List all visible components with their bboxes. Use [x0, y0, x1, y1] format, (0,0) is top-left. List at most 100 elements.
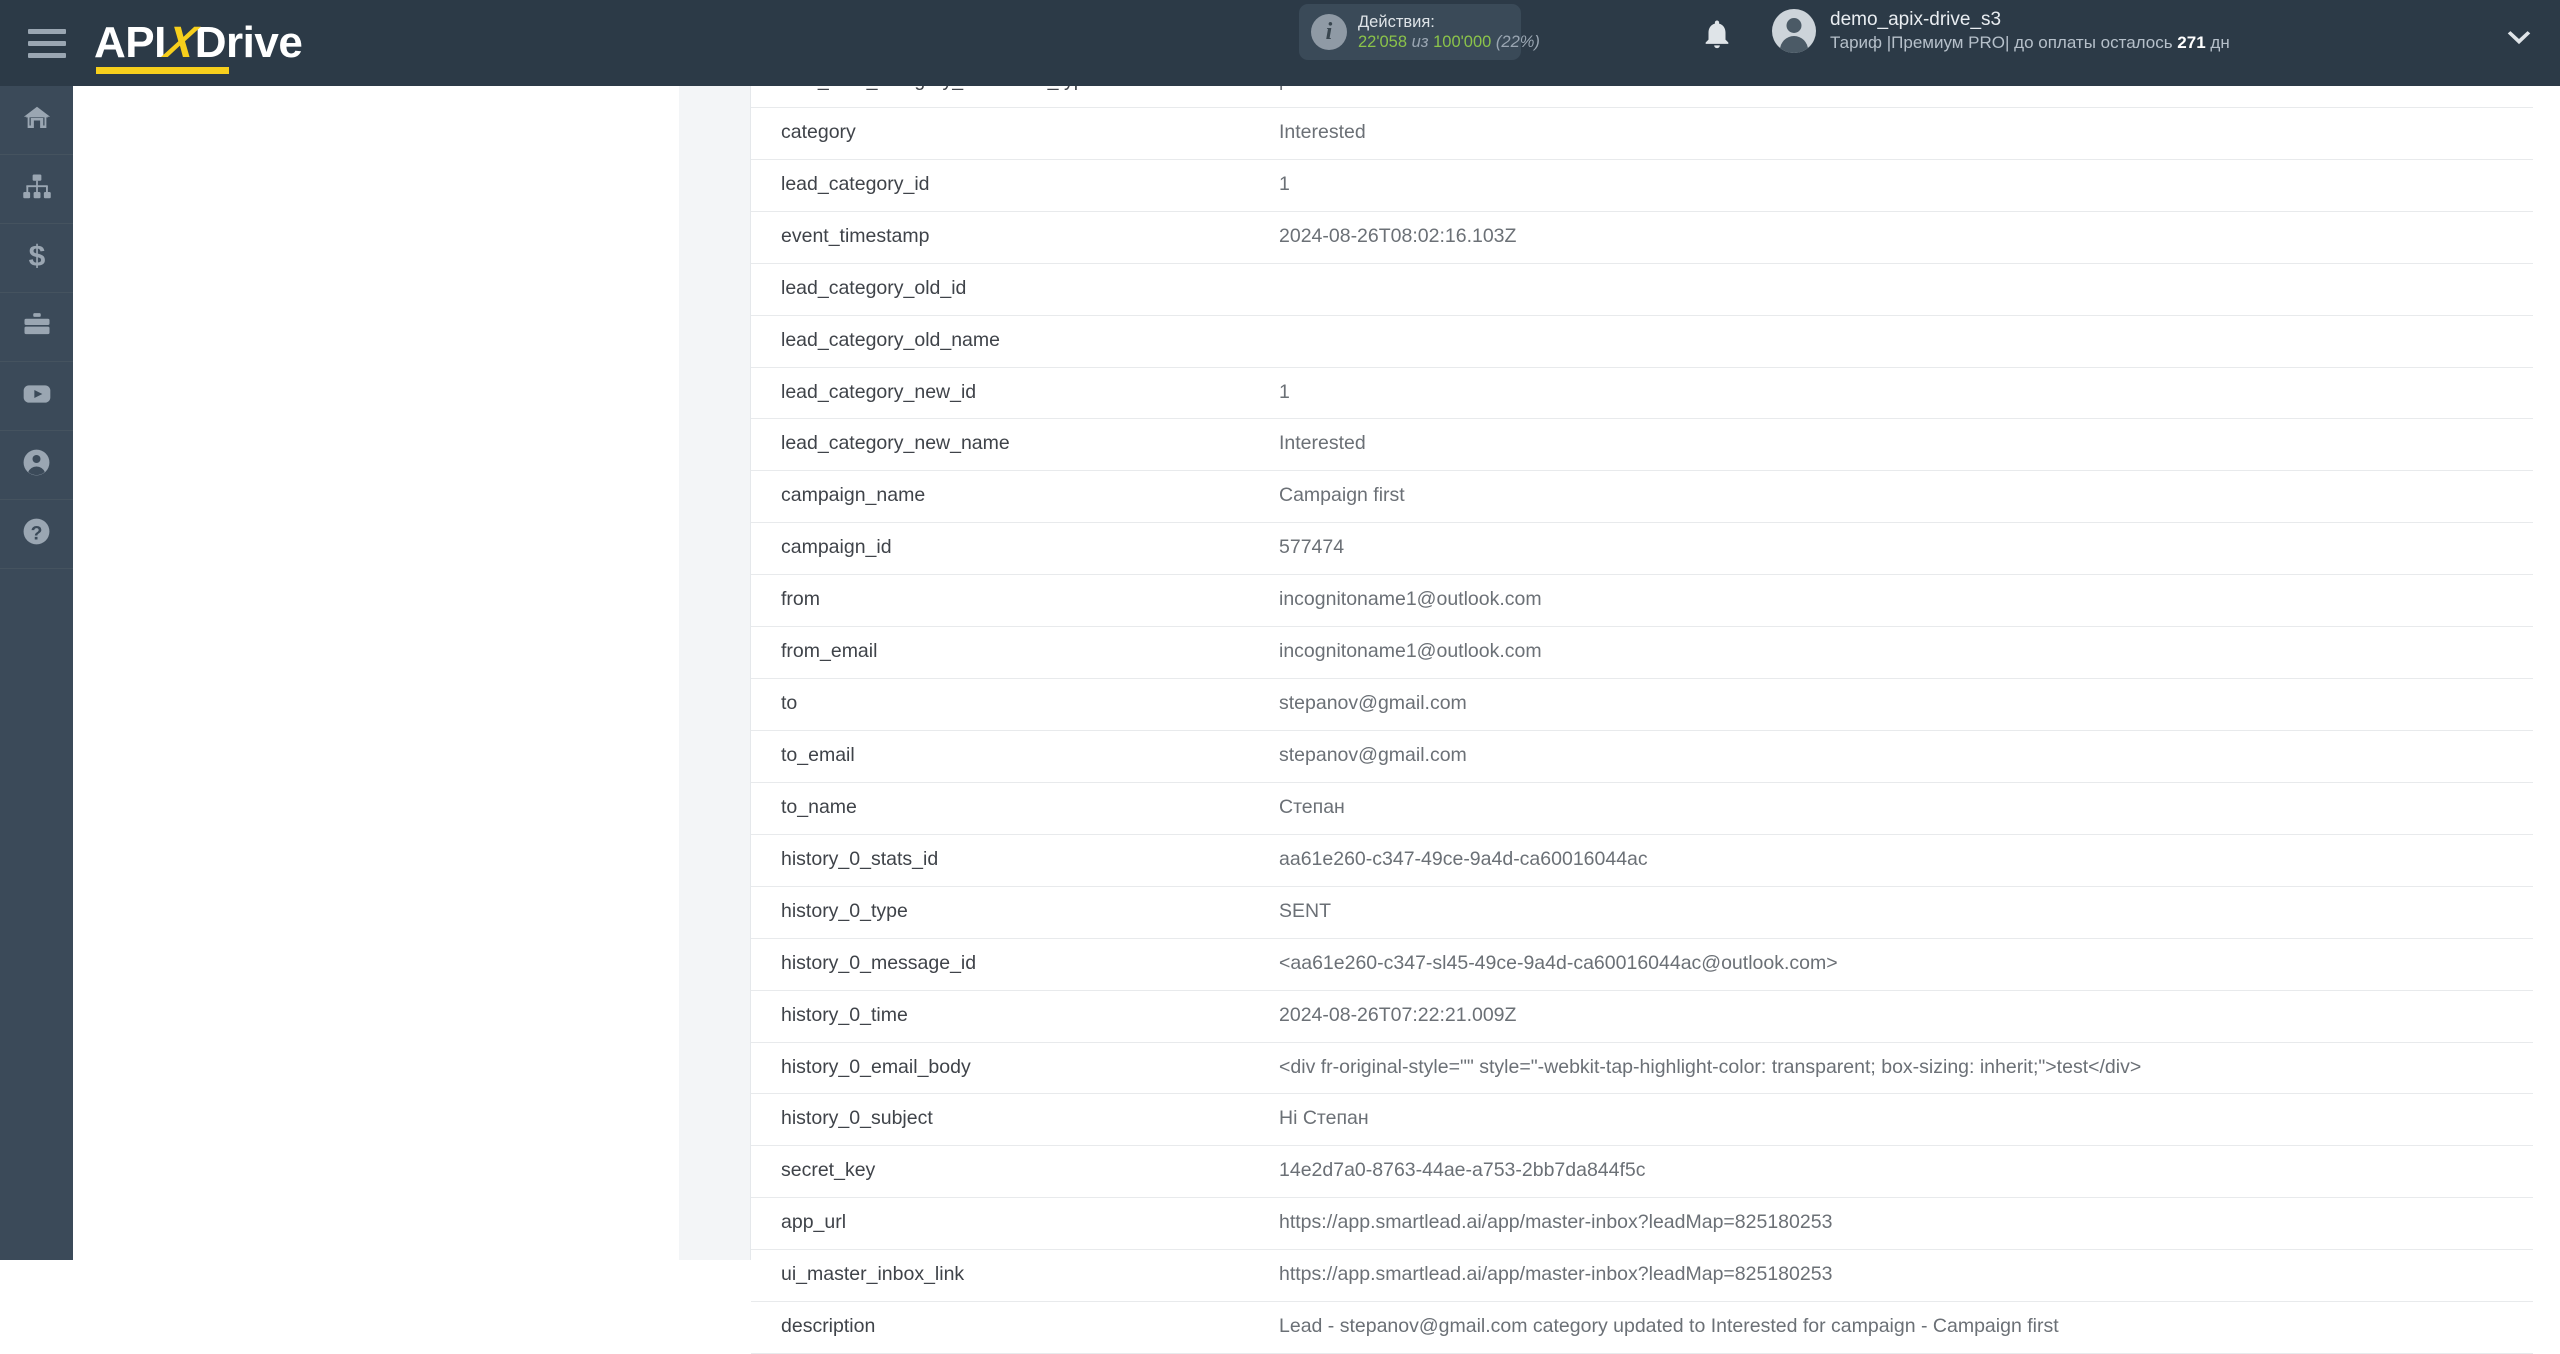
menu-bar-2: [28, 40, 66, 46]
field-key: history_0_stats_id: [751, 834, 1279, 887]
field-key: to_name: [751, 782, 1279, 835]
field-key: app_url: [751, 1197, 1279, 1251]
panel-left-edge: [679, 86, 751, 1260]
table-row: history_0_stats_id aa61e260-c347-49ce-9a4…: [751, 834, 2533, 887]
table-row: history_0_time 2024-08-26T07:22:21.009Z: [751, 990, 2533, 1043]
field-key: campaign_id: [751, 522, 1279, 576]
actions-quota-badge[interactable]: i Действия: 22'058 из 100'000 (22%): [1299, 4, 1540, 60]
field-key: secret_key: [751, 1145, 1279, 1199]
table-row: lead_category_new_id 1: [751, 367, 2533, 420]
field-value: Interested: [1279, 418, 2533, 472]
field-value: 577474: [1279, 522, 2533, 576]
svg-text:?: ?: [31, 522, 43, 544]
actions-of: из: [1411, 33, 1429, 51]
plan-days: 271: [2177, 33, 2206, 53]
field-value: Interested: [1279, 107, 2533, 160]
info-icon: i: [1311, 14, 1347, 50]
table-row: from_email incognitoname1@outlook.com: [751, 626, 2533, 680]
sidebar-item-connections[interactable]: [0, 155, 73, 224]
field-key: history_0_subject: [751, 1093, 1279, 1147]
plan-prefix: Тариф |Премиум PRO| до оплаты осталось: [1830, 33, 2178, 53]
svg-text:$: $: [28, 241, 45, 271]
field-value: Campaign first: [1279, 470, 2533, 524]
field-value: SENT: [1279, 886, 2533, 939]
field-key: history_0_time: [751, 990, 1279, 1043]
field-value: Степан: [1279, 782, 2533, 835]
dollar-icon: $: [22, 240, 52, 276]
field-key: history_0_type: [751, 886, 1279, 939]
table-row: to_email stepanov@gmail.com: [751, 730, 2533, 783]
user-plan: Тариф |Премиум PRO| до оплаты осталось 2…: [1830, 32, 2230, 54]
table-row: secret_key 14e2d7a0-8763-44ae-a753-2bb7da…: [751, 1145, 2533, 1199]
table-row: history_0_message_id <aa61e260-c347-sl45-…: [751, 938, 2533, 991]
field-key: lead_category_new_name: [751, 418, 1279, 472]
field-value: [1279, 315, 2533, 368]
notifications-bell-icon[interactable]: [1700, 15, 1734, 53]
table-row: history_0_type SENT: [751, 886, 2533, 939]
user-menu[interactable]: demo_apix-drive_s3 Тариф |Премиум PRO| д…: [1772, 8, 2230, 54]
table-row: category Interested: [751, 107, 2533, 160]
field-value: 2024-08-26T07:22:21.009Z: [1279, 990, 2533, 1043]
actions-total: 100'000: [1433, 33, 1492, 51]
user-icon: [21, 447, 52, 483]
sidebar-item-help[interactable]: ?: [0, 500, 73, 569]
youtube-icon: [21, 378, 53, 415]
logo-prefix: API: [94, 18, 166, 67]
field-value: aa61e260-c347-49ce-9a4d-ca60016044ac: [1279, 834, 2533, 887]
sidebar-item-business[interactable]: [0, 293, 73, 362]
sidebar-item-home[interactable]: [0, 86, 73, 155]
main-content: lead_data_category_sentiment_typepositiv…: [73, 56, 2560, 1354]
field-value: stepanov@gmail.com: [1279, 730, 2533, 783]
table-row: history_0_email_body <div fr-original-sty…: [751, 1042, 2533, 1095]
field-value: https://app.smartlead.ai/app/master-inbo…: [1279, 1197, 2533, 1251]
plan-suffix: дн: [2205, 33, 2230, 53]
table-row: lead_category_id 1: [751, 159, 2533, 212]
actions-label: Действия:: [1358, 12, 1435, 31]
logo-underline: [96, 67, 229, 74]
sidebar-item-billing[interactable]: $: [0, 224, 73, 293]
field-key: category: [751, 107, 1279, 160]
home-icon: [22, 103, 52, 138]
field-value: Hi Степан: [1279, 1093, 2533, 1147]
table-row: lead_category_old_name: [751, 315, 2533, 368]
help-icon: ?: [21, 516, 52, 552]
table-row: from incognitoname1@outlook.com: [751, 574, 2533, 628]
field-key: lead_category_old_name: [751, 315, 1279, 368]
table-row: description Lead - stepanov@gmail.com cat…: [751, 1301, 2533, 1354]
field-key: to: [751, 678, 1279, 731]
table-row: ui_master_inbox_link https://app.smartlea…: [751, 1249, 2533, 1303]
sidebar-item-youtube[interactable]: [0, 362, 73, 431]
field-key: lead_category_new_id: [751, 367, 1279, 420]
table-row: app_url https://app.smartlead.ai/app/mast…: [751, 1197, 2533, 1251]
sidebar-item-account[interactable]: [0, 431, 73, 500]
field-key: to_email: [751, 730, 1279, 783]
field-key: history_0_email_body: [751, 1042, 1279, 1095]
avatar-body: [1780, 36, 1808, 54]
table-row: to_name Степан: [751, 782, 2533, 835]
table-row: history_0_subject Hi Степан: [751, 1093, 2533, 1147]
field-value: 2024-08-26T08:02:16.103Z: [1279, 211, 2533, 264]
field-key: campaign_name: [751, 470, 1279, 524]
field-value: incognitoname1@outlook.com: [1279, 574, 2533, 628]
field-value: 1: [1279, 159, 2533, 212]
avatar-head: [1786, 18, 1802, 34]
table-row: lead_category_old_id: [751, 263, 2533, 316]
app-header: APIXDrive i Действия: 22'058 из 100'000 …: [0, 0, 2560, 86]
table-row: campaign_id 577474: [751, 522, 2533, 576]
table-row: to stepanov@gmail.com: [751, 678, 2533, 731]
field-value: <div fr-original-style="" style="-webkit…: [1279, 1042, 2533, 1095]
left-gutter: [73, 86, 753, 1260]
app-logo[interactable]: APIXDrive: [94, 18, 303, 74]
field-value: 1: [1279, 367, 2533, 420]
table-row: lead_category_new_name Interested: [751, 418, 2533, 472]
menu-icon[interactable]: [18, 28, 90, 58]
field-key: lead_category_id: [751, 159, 1279, 212]
actions-used: 22'058: [1358, 33, 1408, 51]
connections-icon: [22, 172, 52, 207]
chevron-down-icon[interactable]: [2505, 30, 2533, 48]
field-key: event_timestamp: [751, 211, 1279, 264]
user-name: demo_apix-drive_s3: [1830, 9, 2002, 30]
field-key: from_email: [751, 626, 1279, 680]
field-value: incognitoname1@outlook.com: [1279, 626, 2533, 680]
field-value: 14e2d7a0-8763-44ae-a753-2bb7da844f5c: [1279, 1145, 2533, 1199]
